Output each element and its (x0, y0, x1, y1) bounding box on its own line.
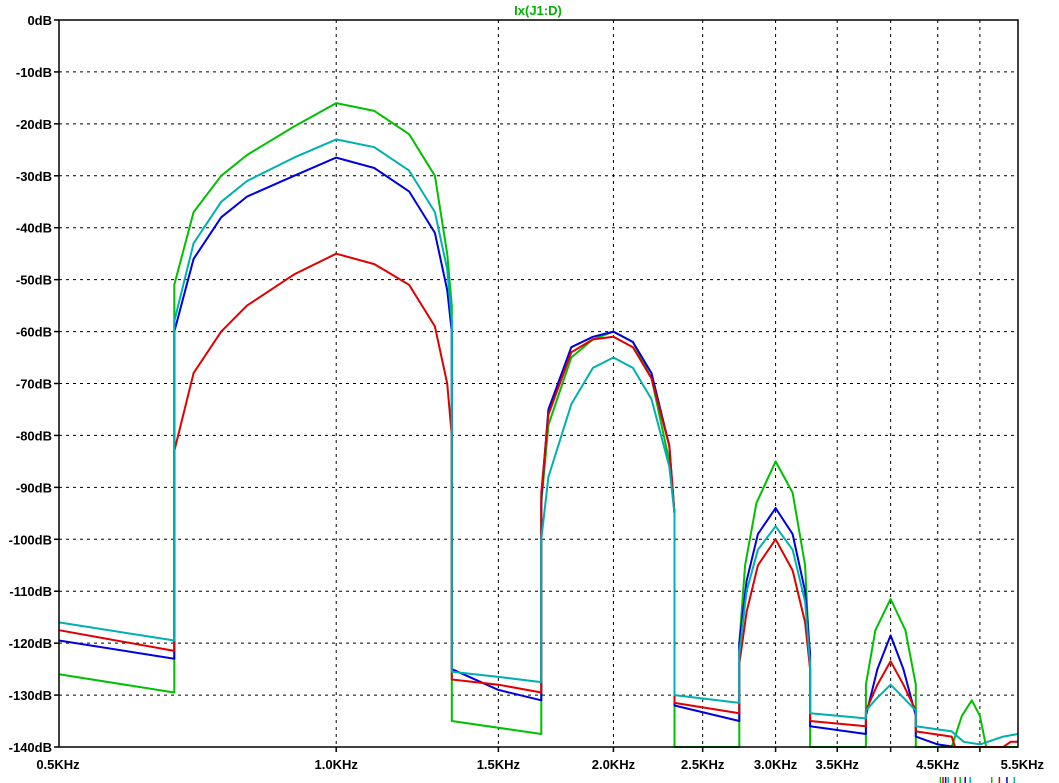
y-tick-label: -80dB (16, 428, 52, 443)
series-line-4 (58, 138, 1019, 746)
y-tick-label: -70dB (16, 377, 52, 392)
x-tick-label: 4.5KHz (916, 757, 960, 772)
x-tick-label: 1.5KHz (477, 757, 521, 772)
series-line-1 (58, 102, 1018, 748)
y-tick-label: -60dB (16, 325, 52, 340)
series-layer (58, 102, 1019, 748)
x-tick-label: 2.0KHz (592, 757, 636, 772)
y-tick-label: -100dB (9, 532, 52, 547)
spectrum-chart: 0dB -10dB -20dB -30dB -40dB -50dB -60dB -70dB -8… (9, 3, 1045, 783)
y-tick-label: -30dB (16, 169, 52, 184)
y-tick-label: -20dB (16, 117, 52, 132)
y-tick-label: -90dB (16, 480, 52, 495)
series-line-3 (58, 252, 1018, 748)
y-tick-label: -120dB (9, 636, 52, 651)
x-tick-label: 3.5KHz (816, 757, 860, 772)
y-tick-label: -40dB (16, 221, 52, 236)
x-tick-label: 0.5KHz (36, 757, 80, 772)
x-tick-label: 1.0KHz (315, 757, 359, 772)
chart-title: Ix(J1:D) (514, 3, 562, 18)
y-tick-label: -140dB (9, 740, 52, 755)
x-tick-label: 2.5KHz (681, 757, 725, 772)
x-tick-label: 5.5KHz (1001, 757, 1045, 772)
bottom-markers (939, 777, 1016, 783)
tick-layer: 0dB -10dB -20dB -30dB -40dB -50dB -60dB -70dB -8… (9, 13, 1045, 772)
y-tick-label: 0dB (27, 13, 52, 28)
x-tick-label: 3.0KHz (754, 757, 798, 772)
y-tick-label: -130dB (9, 688, 52, 703)
y-tick-label: -50dB (16, 273, 52, 288)
y-tick-label: -110dB (9, 584, 52, 599)
y-tick-label: -10dB (16, 65, 52, 80)
